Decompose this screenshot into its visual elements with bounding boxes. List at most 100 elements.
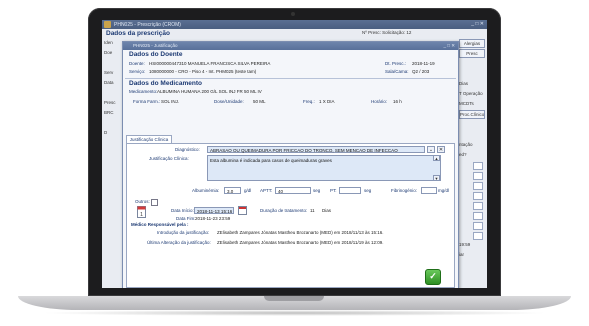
introduction-label: Introdução da justificação: — [157, 230, 210, 235]
dialog-titlebar: PHN025 - Justificação _ □ ✕ — [123, 42, 458, 50]
justification-panel: Diagnóstico: ABRASAO OU QUEIMADURA POR F… — [126, 143, 455, 288]
check-icon: ✓ — [429, 271, 437, 281]
start-date-label: Data Início: — [171, 208, 194, 213]
proc-clinico-button[interactable]: Proc.Clínico — [459, 110, 485, 119]
medication-section-title: Dados do Medicamento — [129, 80, 202, 87]
divider — [125, 78, 456, 79]
patient-section-title: Dados do Doente — [129, 51, 183, 58]
right-item — [457, 59, 487, 69]
fibrinogen-input[interactable] — [421, 187, 437, 194]
laptop-screen: PHN025 - Prescrição (CROM) _ □ ✕ Dados d… — [102, 20, 487, 288]
pt-label: PT: — [330, 188, 337, 193]
checkbox[interactable] — [473, 172, 483, 180]
alergias-button[interactable]: Alergias — [459, 39, 485, 48]
background-right-column: Alergias Presc Dias T Operação MCDTs Pro… — [457, 38, 487, 288]
presc-button[interactable]: Presc — [459, 49, 485, 58]
room-label: Sala/Cama: — [385, 69, 409, 74]
frequency-label: Freq.: — [303, 99, 315, 104]
calendar-clock-icon: 1 — [137, 206, 146, 218]
checkbox[interactable] — [473, 192, 483, 200]
scroll-down-icon[interactable]: ▼ — [433, 175, 440, 181]
right-item — [457, 69, 487, 79]
checkbox[interactable] — [473, 182, 483, 190]
prescription-number-label: Nº Presc: Solicitação: 12 — [362, 30, 412, 35]
dose-value: 50 ML — [253, 99, 266, 104]
checkbox[interactable] — [473, 162, 483, 170]
right-item-dias: Dias — [459, 81, 469, 86]
schedule-value: 16 h — [393, 99, 402, 104]
service-label: Serviço: — [129, 69, 146, 74]
checkbox-column — [457, 162, 487, 240]
medication-label: Medicamento: — [129, 89, 158, 94]
patient-label: Doente: — [129, 61, 145, 66]
end-date-value: 2018-11-23 23:59 — [195, 216, 231, 221]
base-notch — [264, 296, 324, 301]
right-iar: iar — [459, 252, 465, 257]
last-change-label: Última Alteração da justificação: — [147, 240, 211, 245]
last-change-value: ZElisabeth Zampares Jónatas Mastheu Broz… — [217, 240, 384, 245]
close-icon[interactable]: ✕ — [437, 146, 445, 153]
checkbox[interactable] — [473, 202, 483, 210]
right-item-ed: ed? — [459, 152, 467, 157]
checkbox[interactable] — [473, 212, 483, 220]
scroll-up-icon[interactable]: ▲ — [433, 155, 440, 161]
left-item — [102, 58, 124, 68]
prescription-date-value: 2018-11-19 — [412, 61, 435, 66]
background-window-titlebar: PHN025 - Prescrição (CROM) _ □ ✕ — [102, 20, 487, 29]
window-controls[interactable]: _ □ ✕ — [471, 21, 484, 27]
right-item — [457, 120, 487, 130]
fibrinogen-unit: mg/dl — [438, 188, 450, 193]
right-item — [457, 130, 487, 140]
checkbox[interactable] — [473, 222, 483, 230]
room-value: Q2 / 203 — [412, 69, 430, 74]
albumin-unit: g/dl — [244, 188, 252, 193]
background-left-column: Iden Doe Serv Data Presc BRC D — [102, 38, 124, 288]
left-item: D — [104, 130, 108, 135]
form-label: Forma Farm.: — [133, 99, 161, 104]
end-date-label: Data Fim: — [176, 216, 196, 221]
pt-input[interactable] — [339, 187, 361, 194]
responsible-doctor-label: Médico Responsável pela : — [131, 222, 189, 227]
aptt-unit: seg — [313, 188, 321, 193]
aptt-label: APTT: — [260, 188, 273, 193]
albumin-input[interactable]: 3.0 — [224, 187, 241, 194]
chevron-down-icon[interactable]: ⌄ — [427, 146, 435, 153]
right-item-mcdts: MCDTs — [459, 101, 474, 106]
checkbox[interactable] — [473, 232, 483, 240]
diagnosis-label: Diagnóstico: — [175, 147, 200, 152]
app-icon — [104, 21, 111, 28]
laptop-lid: PHN025 - Prescrição (CROM) _ □ ✕ Dados d… — [88, 8, 501, 296]
background-window-title: PHN025 - Prescrição (CROM) — [114, 22, 181, 28]
justification-dialog: PHN025 - Justificação _ □ ✕ Dados do Doe… — [122, 41, 459, 288]
start-date-input[interactable]: 2018-11-13 15:16 — [194, 207, 234, 214]
duration-value: 11 — [310, 208, 315, 213]
diagnosis-field[interactable]: ABRASAO OU QUEIMADURA POR FRICCAO DO TRO… — [207, 146, 425, 153]
medication-value: ALBUMINA HUMANA 200 G/L SOL INJ FR 50 ML… — [157, 89, 262, 94]
confirm-button[interactable]: ✓ — [425, 269, 441, 285]
albumin-label: Albuminémia: — [192, 188, 220, 193]
left-item: BRC — [104, 110, 114, 115]
dialog-title: PHN025 - Justificação — [133, 43, 178, 48]
duration-label: Duração de tratamento: — [260, 208, 308, 213]
camera — [291, 12, 295, 16]
left-item — [102, 118, 124, 128]
left-item: Iden — [104, 40, 113, 45]
right-item-ntacao: ntação — [459, 142, 473, 147]
left-item: Doe — [104, 50, 113, 55]
justification-label: Justificação Clínica: — [149, 156, 189, 161]
aptt-input[interactable]: 40 — [275, 187, 311, 194]
justification-textarea[interactable]: Esta albumina é indicada para casos de q… — [207, 155, 441, 181]
others-label: Outros: — [135, 199, 150, 204]
service-value: 1080000000 - CRO - Piso 4 - Int. PHM025 … — [149, 69, 257, 74]
right-item-operacao: T Operação — [459, 91, 483, 96]
right-time: 19:59 — [459, 242, 471, 247]
prescription-header: Dados da prescrição — [106, 30, 170, 37]
frequency-value: 1 X DIA — [319, 99, 335, 104]
left-item — [102, 88, 124, 98]
others-checkbox[interactable] — [151, 199, 158, 206]
dialog-window-controls[interactable]: _ □ ✕ — [444, 42, 456, 50]
prescription-date-label: Dt. Presc.: — [385, 61, 407, 66]
calendar-icon[interactable] — [238, 206, 247, 215]
introduction-value: ZElisabeth Zampares Jónatas Mastheu Broz… — [217, 230, 384, 235]
left-item: Data — [104, 80, 114, 85]
